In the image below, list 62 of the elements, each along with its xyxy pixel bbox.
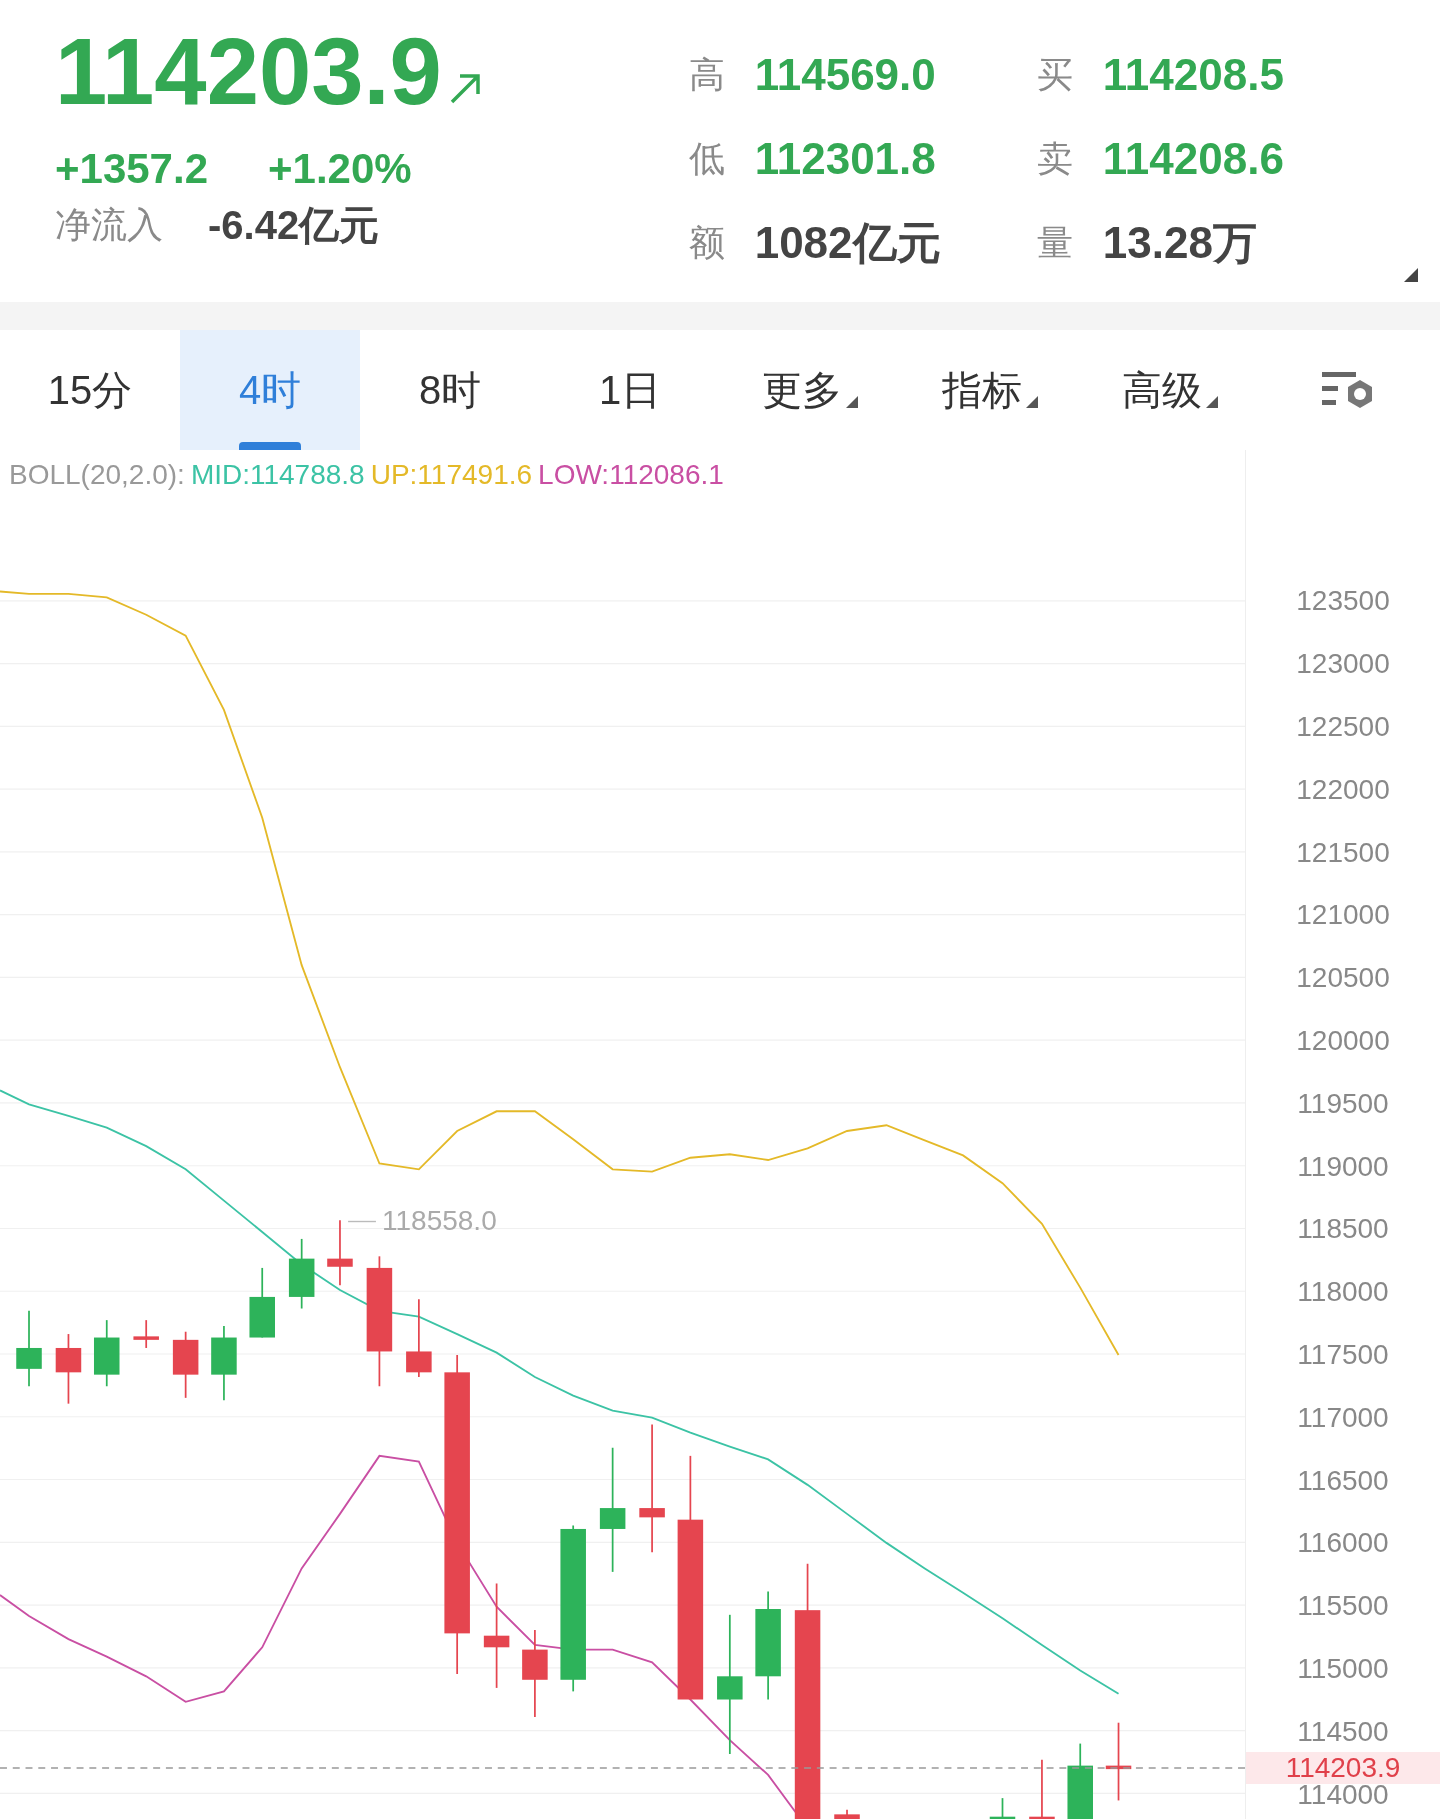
lower-band-value: LOW:112086.1 [538, 458, 724, 492]
y-axis-label: 118000 [1297, 1277, 1389, 1308]
candlestick [249, 1267, 275, 1339]
stat-label: 高 [688, 53, 725, 97]
y-axis-label: 119000 [1297, 1151, 1389, 1182]
y-axis-label: 120000 [1296, 1025, 1390, 1056]
stat-value: 114208.5 [1102, 49, 1284, 101]
y-axis-label: 115000 [1297, 1653, 1389, 1684]
selected-indicator [239, 442, 301, 450]
net-inflow-value: -6.42亿元 [208, 202, 380, 249]
leader-line [347, 1220, 377, 1223]
stat-value: 13.28万 [1102, 217, 1257, 269]
percent-change: +1.20% [268, 144, 412, 194]
y-axis-label: 119500 [1297, 1088, 1389, 1119]
timeframe-tab[interactable]: 15分 [0, 330, 180, 450]
stat-value: 112301.8 [754, 133, 936, 185]
timeframe-tab[interactable]: 1日 [540, 330, 720, 450]
stat-label: 买 [1036, 53, 1073, 97]
stat-label: 低 [688, 137, 725, 181]
y-axis-label: 116000 [1297, 1528, 1389, 1559]
y-axis-label: 115500 [1297, 1591, 1389, 1622]
price-change: +1357.2 [55, 144, 208, 194]
candlestick [172, 1330, 199, 1399]
y-axis-label: 117500 [1297, 1339, 1389, 1370]
stat-value: 114208.6 [1102, 133, 1284, 185]
candlestick [1029, 1758, 1055, 1819]
timeframe-tab[interactable]: 8时 [360, 330, 540, 450]
y-axis-label: 122500 [1296, 712, 1390, 742]
high-price-marker: 118558.0 [382, 1204, 497, 1238]
net-inflow-label: 净流入 [55, 203, 163, 247]
y-axis-label: 117000 [1297, 1402, 1389, 1433]
y-axis-label: 122000 [1296, 774, 1390, 805]
y-axis-label: 118500 [1297, 1214, 1389, 1245]
stat-value: 114569.0 [754, 49, 936, 101]
stat-label: 额 [688, 221, 725, 265]
y-axis-label: 120500 [1296, 963, 1390, 994]
y-axis-label: 116500 [1297, 1465, 1389, 1496]
y-axis-label: 121500 [1296, 837, 1390, 868]
timeframe-tab[interactable]: 高级 [1080, 330, 1260, 450]
last-price-tag: 114203.9 [1246, 1752, 1440, 1784]
candlestick [288, 1238, 315, 1310]
candlestick [94, 1319, 120, 1388]
middle-band-value: MID:114788.8 [190, 458, 365, 492]
y-axis-label: 114500 [1297, 1716, 1389, 1747]
candlestick [55, 1333, 82, 1405]
y-axis-label: 121000 [1296, 900, 1390, 931]
upper-band-value: UP:117491.6 [370, 458, 533, 492]
stat-value: 1082亿元 [754, 217, 941, 269]
stat-label: 卖 [1036, 137, 1073, 181]
corner-triangle-icon [1404, 268, 1418, 282]
stat-label: 量 [1036, 221, 1073, 265]
timeframe-tab[interactable]: 指标 [900, 330, 1080, 450]
timeframe-tab[interactable]: 4时 [180, 330, 360, 450]
candlestick [834, 1808, 860, 1819]
candlestick [327, 1219, 353, 1287]
y-axis-label: 123500 [1296, 586, 1390, 617]
candlestick [133, 1319, 159, 1349]
candlestick [989, 1797, 1016, 1819]
indicator-name: BOLL(20,2.0): [9, 458, 185, 492]
timeframe-tab[interactable]: 更多 [720, 330, 900, 450]
last-price: 114203.9 [55, 22, 442, 122]
y-axis-label: 123000 [1296, 649, 1390, 680]
